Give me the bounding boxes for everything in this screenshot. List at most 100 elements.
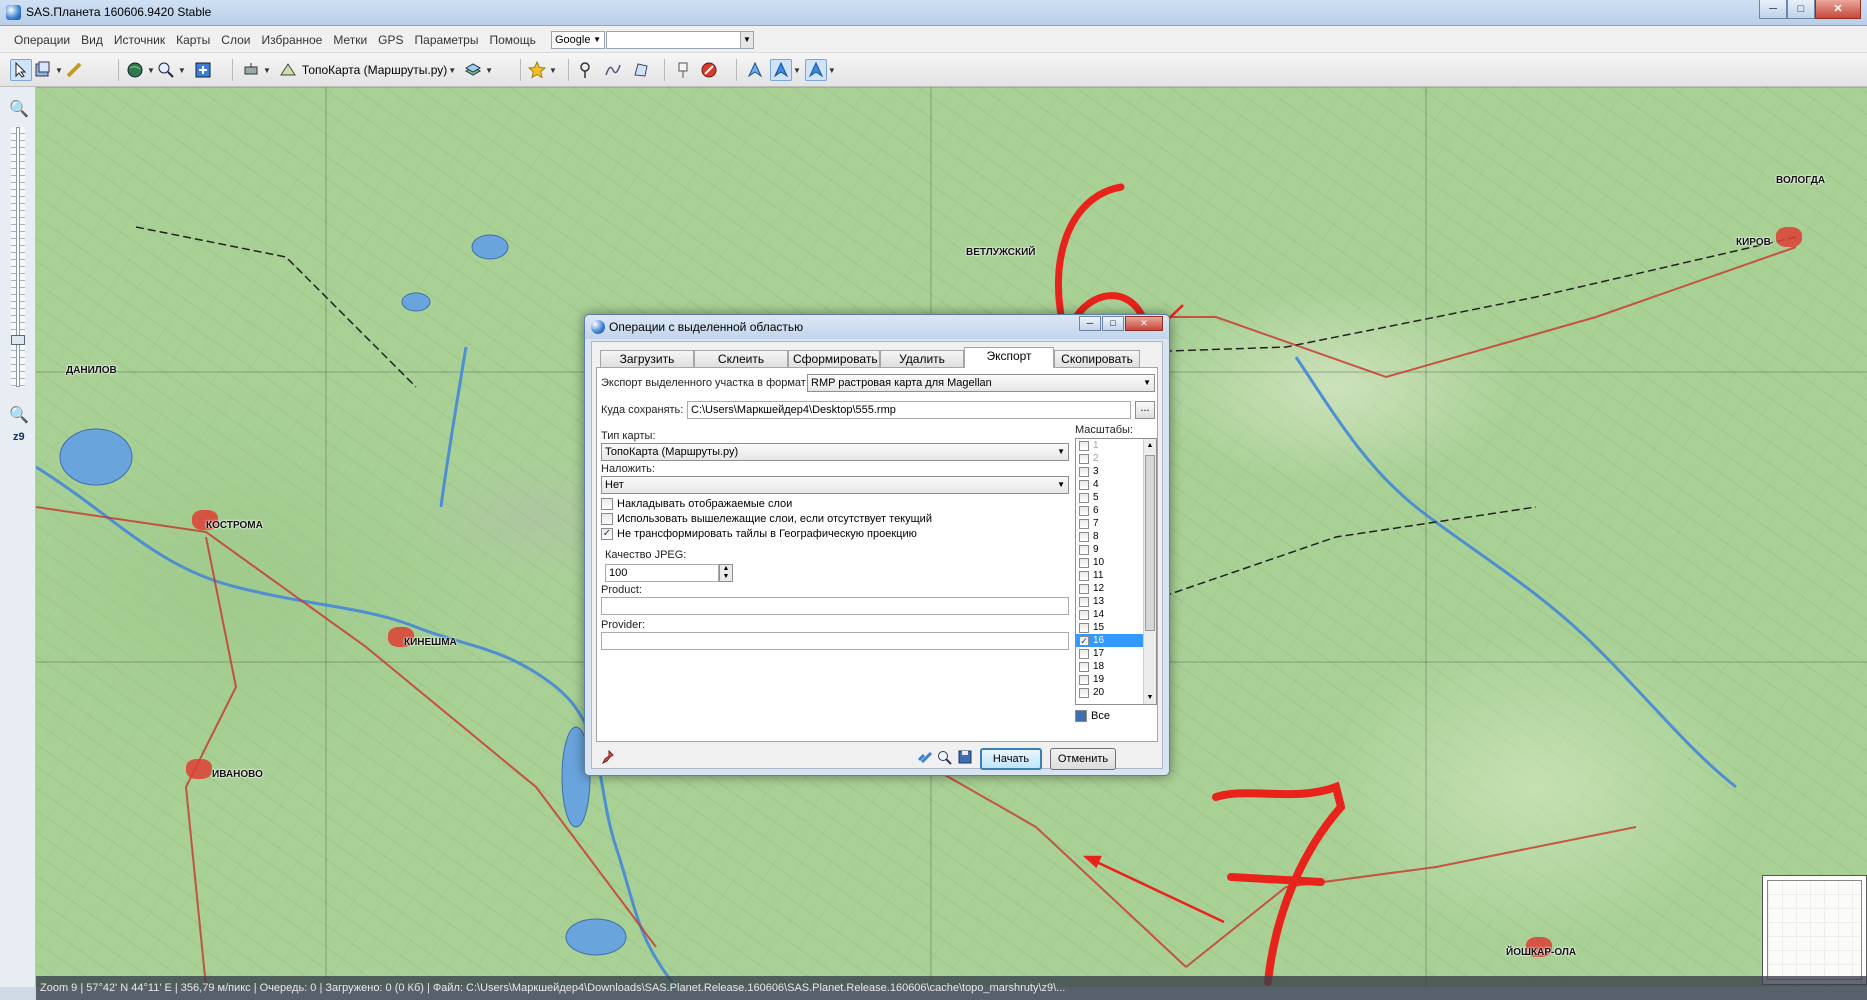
overlay-select[interactable]: Нет ▼: [601, 476, 1069, 494]
scale-checkbox[interactable]: [1079, 661, 1089, 672]
menu-view[interactable]: Вид: [81, 33, 103, 47]
checkbox-checked[interactable]: ✓: [601, 528, 613, 540]
zoom-out-icon[interactable]: 🔍: [9, 405, 29, 425]
layers-icon[interactable]: [32, 59, 54, 81]
scale-checkbox[interactable]: [1079, 466, 1089, 477]
checkbox[interactable]: [601, 498, 613, 510]
chevron-down-icon[interactable]: ▼: [178, 66, 186, 75]
zoom-track[interactable]: [16, 127, 20, 387]
star-icon[interactable]: [526, 59, 548, 81]
dialog-title-bar[interactable]: Операции с выделенной областью ─ □ ✕: [585, 315, 1169, 339]
stop-icon[interactable]: [698, 59, 720, 81]
scale-checkbox[interactable]: [1079, 570, 1089, 581]
chevron-down-icon[interactable]: ▼: [448, 66, 456, 75]
tab-merge[interactable]: Склеить: [694, 350, 788, 368]
chevron-down-icon[interactable]: ▼: [740, 32, 753, 48]
menu-layers[interactable]: Слои: [221, 33, 250, 47]
chevron-down-icon[interactable]: ▼: [263, 66, 271, 75]
scale-checkbox[interactable]: [1079, 544, 1089, 555]
scale-checkbox[interactable]: [1079, 648, 1089, 659]
scroll-thumb[interactable]: [1145, 455, 1155, 631]
chevron-down-icon[interactable]: ▼: [55, 66, 63, 75]
scales-list[interactable]: 1 2 3 4 5 6 7 8 9 10 11 12 13 14 15 ✓16: [1075, 438, 1157, 705]
menu-help[interactable]: Помощь: [489, 33, 535, 47]
checkbox[interactable]: [601, 513, 613, 525]
scale-checkbox[interactable]: [1079, 609, 1089, 620]
map-selector[interactable]: ТопоКарта (Маршруты.ру): [302, 63, 447, 77]
scale-checkbox[interactable]: [1079, 557, 1089, 568]
tab-generate[interactable]: Сформировать: [788, 350, 880, 368]
gps-track-icon[interactable]: [770, 59, 792, 81]
start-button[interactable]: Начать: [980, 748, 1042, 770]
overlay-visible-layers-option[interactable]: Накладывать отображаемые слои: [601, 498, 792, 510]
link-icon[interactable]: [916, 750, 934, 766]
select-all-checkbox[interactable]: [1075, 710, 1087, 722]
scroll-down-icon[interactable]: ▼: [1144, 691, 1156, 704]
fullscreen-icon[interactable]: [192, 59, 214, 81]
menu-operations[interactable]: Операции: [14, 33, 70, 47]
menu-gps[interactable]: GPS: [378, 33, 403, 47]
menu-marks[interactable]: Метки: [333, 33, 367, 47]
tab-export[interactable]: Экспорт: [964, 347, 1054, 368]
zoom-icon[interactable]: [936, 750, 954, 766]
scales-scrollbar[interactable]: ▲ ▼: [1143, 439, 1156, 704]
scale-checkbox[interactable]: [1079, 479, 1089, 490]
tab-delete[interactable]: Удалить: [880, 350, 964, 368]
cancel-button[interactable]: Отменить: [1050, 748, 1116, 770]
minimize-button[interactable]: ─: [1759, 0, 1787, 19]
chevron-down-icon[interactable]: ▼: [485, 66, 493, 75]
save-icon[interactable]: [956, 750, 974, 766]
gps-follow-icon[interactable]: [804, 59, 827, 81]
path-icon[interactable]: [602, 59, 624, 81]
tab-copy[interactable]: Скопировать: [1054, 350, 1140, 368]
use-upper-layers-option[interactable]: Использовать вышележащие слои, если отсу…: [601, 513, 932, 525]
scale-checkbox[interactable]: [1079, 505, 1089, 516]
scale-checkbox[interactable]: [1079, 440, 1089, 451]
satellite-icon[interactable]: [240, 59, 262, 81]
search-icon[interactable]: [155, 59, 177, 81]
menu-favorites[interactable]: Избранное: [261, 33, 322, 47]
scale-checkbox[interactable]: [1079, 492, 1089, 503]
pushpin-icon[interactable]: [672, 59, 694, 81]
jpeg-quality-stepper[interactable]: ▲ ▼: [719, 564, 733, 582]
scale-checkbox[interactable]: [1079, 596, 1089, 607]
tab-download[interactable]: Загрузить: [600, 350, 694, 368]
scroll-up-icon[interactable]: ▲: [1144, 439, 1156, 452]
no-transform-tiles-option[interactable]: ✓ Не трансформировать тайлы в Географиче…: [601, 528, 917, 540]
scale-checkbox[interactable]: [1079, 583, 1089, 594]
provider-input[interactable]: [601, 632, 1069, 650]
gps-icon[interactable]: [744, 59, 766, 81]
scale-checkbox[interactable]: [1079, 687, 1089, 698]
scale-checkbox-checked[interactable]: ✓: [1079, 635, 1089, 646]
ruler-icon[interactable]: [63, 59, 85, 81]
chevron-down-icon[interactable]: ▼: [549, 66, 557, 75]
maximize-button[interactable]: □: [1787, 0, 1815, 19]
browse-button[interactable]: ...: [1135, 401, 1155, 419]
search-provider-select[interactable]: Google ▼: [551, 31, 605, 49]
polygon-icon[interactable]: [630, 59, 652, 81]
select-all-scales[interactable]: Все: [1075, 710, 1110, 722]
menu-source[interactable]: Источник: [114, 33, 165, 47]
dialog-maximize-button[interactable]: □: [1102, 316, 1124, 331]
chevron-down-icon[interactable]: ▼: [793, 66, 801, 75]
dialog-minimize-button[interactable]: ─: [1079, 316, 1101, 331]
globe-icon[interactable]: [124, 59, 146, 81]
stack-icon[interactable]: [462, 59, 484, 81]
minimap[interactable]: [1762, 875, 1867, 985]
save-path-field[interactable]: C:\Users\Маркшейдер4\Desktop\555.rmp: [687, 401, 1131, 419]
cursor-icon[interactable]: [10, 59, 32, 81]
menu-maps[interactable]: Карты: [176, 33, 210, 47]
zoom-in-icon[interactable]: 🔍: [9, 99, 29, 119]
export-format-select[interactable]: RMP растровая карта для Magellan ▼: [807, 374, 1155, 392]
scale-checkbox[interactable]: [1079, 531, 1089, 542]
scale-checkbox[interactable]: [1079, 622, 1089, 633]
pin-icon[interactable]: [600, 749, 618, 766]
jpeg-quality-input[interactable]: 100: [605, 564, 719, 582]
chevron-down-icon[interactable]: ▼: [828, 66, 836, 75]
chevron-down-icon[interactable]: ▼: [147, 66, 155, 75]
close-button[interactable]: ✕: [1815, 0, 1861, 19]
placemark-icon[interactable]: [574, 59, 596, 81]
product-input[interactable]: [601, 597, 1069, 615]
scale-checkbox[interactable]: [1079, 453, 1089, 464]
scale-checkbox[interactable]: [1079, 518, 1089, 529]
